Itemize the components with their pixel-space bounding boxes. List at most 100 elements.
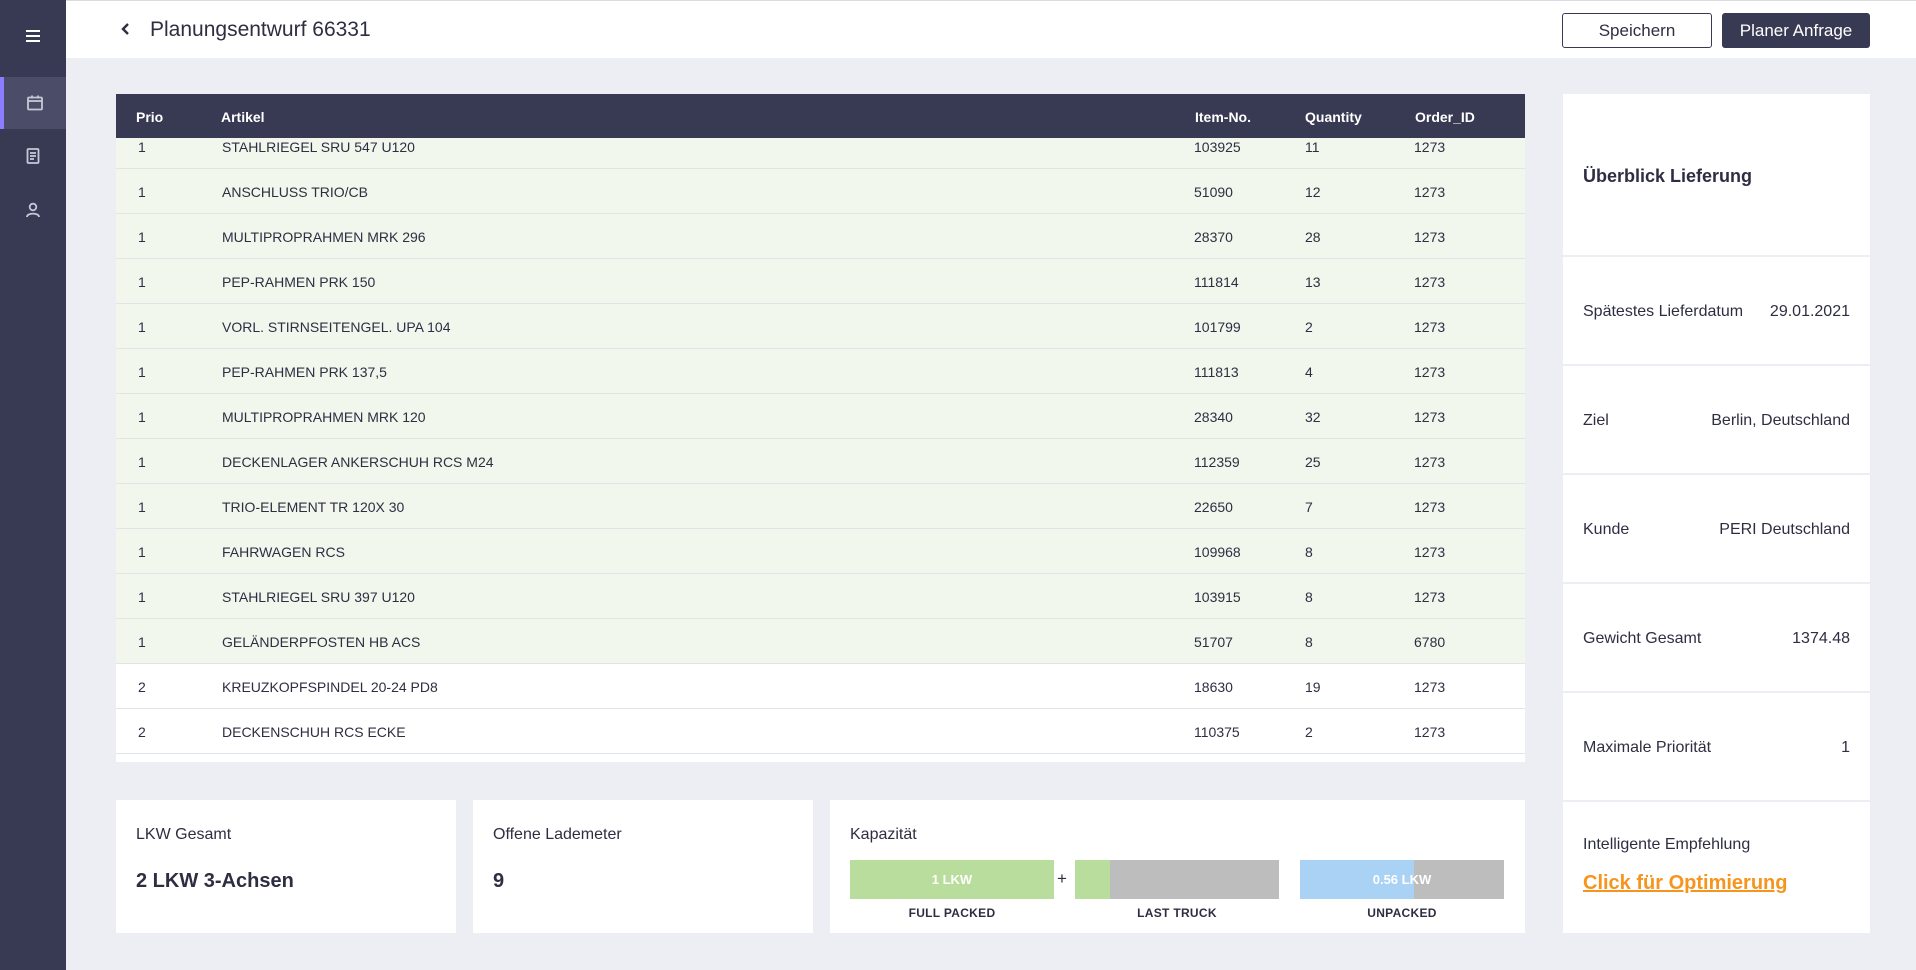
cell-item-no: 103925 <box>1194 139 1241 155</box>
table-row[interactable]: 1 PEP-RAHMEN PRK 150 111814 13 1273 <box>116 259 1525 304</box>
menu-button[interactable] <box>0 10 66 62</box>
cell-order-id: 6780 <box>1414 634 1446 650</box>
table-row[interactable]: 1 GELÄNDERPFOSTEN HB ACS 51707 8 6780 <box>116 619 1525 664</box>
cell-item-no: 101799 <box>1194 319 1241 335</box>
cell-artikel: DECKENLAGER ANKERSCHUH RCS M24 <box>222 454 494 470</box>
back-button[interactable] <box>116 19 136 39</box>
delivery-overview-panel: Überblick Lieferung Spätestes Lieferdatu… <box>1563 94 1870 933</box>
table-row[interactable]: 1 PEP-RAHMEN PRK 137,5 111813 4 1273 <box>116 349 1525 394</box>
sidebar <box>0 0 66 970</box>
open-loading-meters-label: Offene Lademeter <box>493 826 622 843</box>
calendar-icon <box>27 95 43 111</box>
cell-item-no: 28370 <box>1194 229 1233 245</box>
document-icon <box>26 148 40 164</box>
cell-artikel: STAHLRIEGEL SRU 397 U120 <box>222 589 415 605</box>
cell-quantity: 13 <box>1305 274 1321 290</box>
cell-quantity: 32 <box>1305 409 1321 425</box>
capacity-caption-unpacked: UNPACKED <box>1367 906 1437 920</box>
cell-quantity: 4 <box>1305 364 1313 380</box>
cell-prio: 1 <box>138 139 146 155</box>
cell-prio: 1 <box>138 409 146 425</box>
table-row[interactable]: 1 MULTIPROPRAHMEN MRK 120 28340 32 1273 <box>116 394 1525 439</box>
column-header-artikel[interactable]: Artikel <box>221 109 265 125</box>
overview-label: Spätestes Lieferdatum <box>1583 303 1744 320</box>
column-header-prio[interactable]: Prio <box>136 109 163 125</box>
cell-order-id: 1273 <box>1414 589 1446 605</box>
table-row[interactable]: 1 MULTIPROPRAHMEN MRK 296 28370 28 1273 <box>116 214 1525 259</box>
cell-quantity: 8 <box>1305 544 1313 560</box>
cell-item-no: 111814 <box>1194 274 1239 290</box>
cell-artikel: MULTIPROPRAHMEN MRK 296 <box>222 229 426 245</box>
overview-value: 29.01.2021 <box>1769 303 1850 320</box>
table-row[interactable]: 2 KREUZKOPFSPINDEL 20-24 PD8 18630 19 1273 <box>116 664 1525 709</box>
column-header-item-no[interactable]: Item-No. <box>1195 109 1251 125</box>
table-row[interactable]: 1 ANSCHLUSS TRIO/CB 51090 12 1273 <box>116 169 1525 214</box>
cell-artikel: STAHLRIEGEL SRU 547 U120 <box>222 139 415 155</box>
cell-prio: 1 <box>138 229 146 245</box>
cell-item-no: 18630 <box>1194 679 1233 695</box>
cell-prio: 1 <box>138 274 146 290</box>
overview-value: 1374.48 <box>1792 630 1850 647</box>
optimization-link[interactable]: Click für Optimierung <box>1583 872 1787 895</box>
cell-artikel: ANSCHLUSS TRIO/CB <box>222 184 368 200</box>
cell-prio: 1 <box>138 319 146 335</box>
table-row[interactable]: 1 VORL. STIRNSEITENGEL. UPA 104 101799 2 127… <box>116 304 1525 349</box>
chevron-left-icon <box>121 23 129 35</box>
cell-item-no: 51090 <box>1194 184 1233 200</box>
lkw-total-label: LKW Gesamt <box>136 826 232 843</box>
user-icon <box>26 202 40 218</box>
cell-order-id: 1273 <box>1414 679 1446 695</box>
capacity-bar-full-packed: 1 LKW <box>850 860 1054 899</box>
cell-prio: 1 <box>138 184 146 200</box>
cell-order-id: 1273 <box>1414 229 1446 245</box>
table-row[interactable]: 1 STAHLRIEGEL SRU 397 U120 103915 8 1273 <box>116 574 1525 619</box>
page-title: Planungsentwurf 66331 <box>150 18 371 41</box>
overview-value: 1 <box>1841 739 1850 756</box>
cell-item-no: 28340 <box>1194 409 1233 425</box>
sidebar-item-user[interactable] <box>0 184 66 236</box>
capacity-bar-text: 1 LKW <box>931 872 973 887</box>
sidebar-item-documents[interactable] <box>0 130 66 182</box>
overview-row-customer: Kunde PERI Deutschland <box>1563 473 1870 582</box>
table-row[interactable]: 1 DECKENLAGER ANKERSCHUH RCS M24 112359 25 1… <box>116 439 1525 484</box>
table-row[interactable]: 1 FAHRWAGEN RCS 109968 8 1273 <box>116 529 1525 574</box>
cell-artikel: FAHRWAGEN RCS <box>222 544 345 560</box>
cell-artikel: TRIO-ELEMENT TR 120X 30 <box>222 499 405 515</box>
overview-label: Maximale Priorität <box>1583 739 1712 756</box>
capacity-bar-last-truck <box>1075 860 1279 899</box>
overview-value: Berlin, Deutschland <box>1711 412 1850 429</box>
header: Planungsentwurf 66331 Speichern Planer A… <box>66 0 1916 58</box>
table-row[interactable]: 1 STAHLRIEGEL SRU 547 U120 103925 11 1273 <box>116 138 1525 169</box>
plus-sign: + <box>1057 869 1067 888</box>
capacity-bar-unpacked: 0.56 LKW <box>1300 860 1504 899</box>
cell-prio: 2 <box>138 679 146 695</box>
sidebar-item-planning[interactable] <box>0 77 66 129</box>
cell-item-no: 51707 <box>1194 634 1233 650</box>
cell-prio: 2 <box>138 724 146 740</box>
table-row[interactable]: 1 TRIO-ELEMENT TR 120X 30 22650 7 1273 <box>116 484 1525 529</box>
open-loading-meters-value: 9 <box>493 870 505 892</box>
capacity-bar-text: 0.56 LKW <box>1372 872 1432 887</box>
cell-item-no: 109968 <box>1194 544 1241 560</box>
overview-row-destination: Ziel Berlin, Deutschland <box>1563 364 1870 473</box>
cell-prio: 1 <box>138 499 146 515</box>
cell-order-id: 1273 <box>1414 409 1446 425</box>
cell-order-id: 1273 <box>1414 139 1446 155</box>
overview-row-max-priority: Maximale Priorität 1 <box>1563 691 1870 800</box>
column-header-order-id[interactable]: Order_ID <box>1415 109 1475 125</box>
articles-table: Prio Artikel Item-No. Quantity Order_ID … <box>116 94 1525 762</box>
overview-row-latest-delivery: Spätestes Lieferdatum 29.01.2021 <box>1563 255 1870 364</box>
cell-artikel: PEP-RAHMEN PRK 150 <box>222 274 376 290</box>
menu-icon <box>26 30 40 42</box>
cell-artikel: DECKENSCHUH RCS ECKE <box>222 724 406 740</box>
cell-quantity: 19 <box>1305 679 1321 695</box>
cell-quantity: 8 <box>1305 634 1313 650</box>
cell-artikel: KREUZKOPFSPINDEL 20-24 PD8 <box>222 679 438 695</box>
save-button[interactable]: Speichern <box>1562 13 1712 48</box>
table-row[interactable]: 2 DECKENSCHUH RCS ECKE 110375 2 1273 <box>116 709 1525 754</box>
planner-request-button[interactable]: Planer Anfrage <box>1722 13 1870 48</box>
cell-artikel: GELÄNDERPFOSTEN HB ACS <box>222 634 421 650</box>
column-header-quantity[interactable]: Quantity <box>1305 109 1362 125</box>
table-body[interactable]: 1 STAHLRIEGEL SRU 547 U120 103925 1 1 1273 1 AN… <box>116 138 1525 756</box>
cell-prio: 1 <box>138 364 146 380</box>
